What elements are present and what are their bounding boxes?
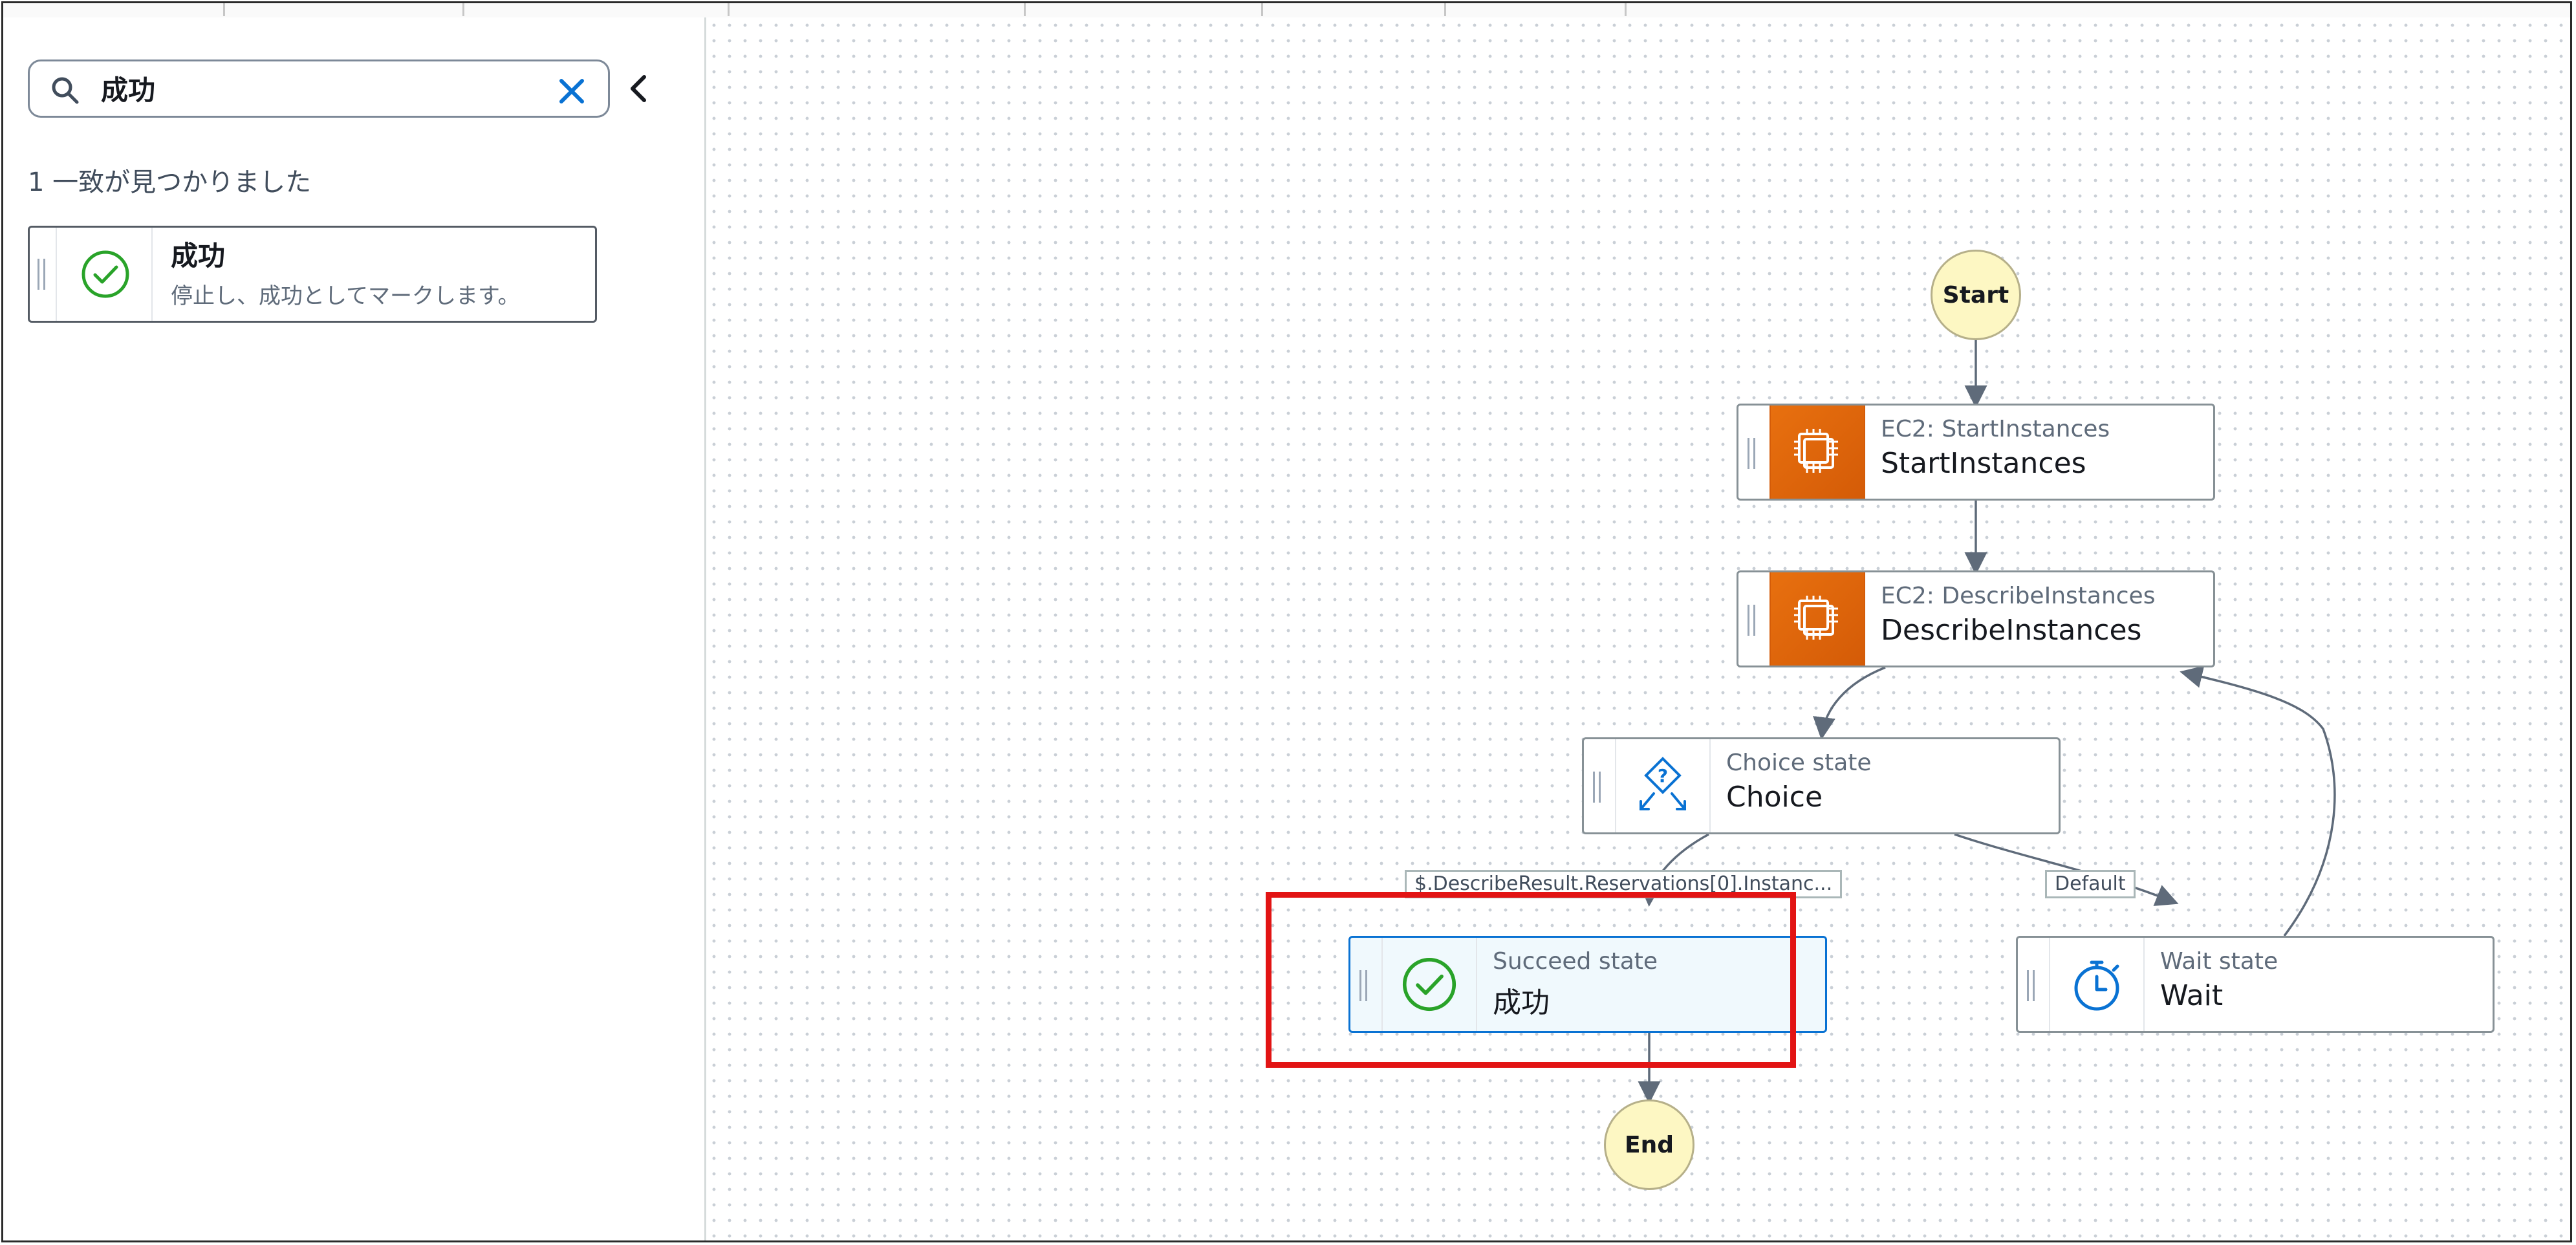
result-description: 停止し、成功としてマークします。: [171, 283, 520, 309]
state-choice[interactable]: ? Choice state Choice: [1582, 737, 2061, 834]
choice-rule-edge-label[interactable]: $.DescribeResult.Reservations[0].Instanc…: [1405, 870, 1843, 898]
svg-text:?: ?: [1658, 765, 1668, 786]
ec2-service-icon: [1770, 406, 1865, 499]
ec2-service-icon: [1770, 572, 1865, 666]
start-node: Start: [1931, 250, 2021, 340]
edge-wait-to-describeinstances: [2180, 666, 2336, 937]
clear-search-icon[interactable]: [554, 73, 590, 109]
success-check-icon: [1381, 938, 1477, 1031]
result-title: 成功: [171, 240, 226, 272]
end-node: End: [1604, 1099, 1694, 1190]
drag-handle-icon[interactable]: [1359, 970, 1367, 1001]
search-input[interactable]: 成功: [28, 60, 610, 118]
state-name-label: Choice: [1726, 781, 1823, 814]
workflow-canvas[interactable]: Start EC2: StartInstances StartInstances: [706, 17, 2570, 1240]
state-name-label: Wait: [2160, 979, 2224, 1012]
collapse-panel-icon[interactable]: [621, 70, 657, 107]
search-icon: [52, 77, 79, 104]
success-check-icon: [81, 250, 129, 298]
state-type-label: Choice state: [1726, 750, 1872, 776]
end-label: End: [1625, 1131, 1674, 1158]
match-count: 1 一致が見つかりました: [28, 168, 312, 197]
search-query-text[interactable]: 成功: [101, 72, 155, 109]
top-strip: [3, 3, 2570, 17]
state-type-label: EC2: DescribeInstances: [1881, 583, 2156, 609]
state-start-instances[interactable]: EC2: StartInstances StartInstances: [1737, 404, 2215, 501]
drag-handle-icon[interactable]: [1748, 605, 1755, 636]
state-wait[interactable]: Wait state Wait: [2016, 936, 2495, 1033]
state-type-label: Wait state: [2160, 948, 2278, 975]
state-name-label: DescribeInstances: [1881, 614, 2142, 647]
workflow-edges: [1638, 338, 2336, 1104]
state-succeed[interactable]: Succeed state 成功: [1348, 936, 1827, 1033]
state-name-label: StartInstances: [1881, 447, 2086, 480]
stopwatch-icon: [2049, 938, 2145, 1031]
state-type-label: Succeed state: [1493, 948, 1658, 975]
choice-state-icon: ?: [1615, 739, 1711, 832]
edge-describeinstances-to-choice: [1813, 666, 1886, 740]
app-window: 成功 1 一致が見つかりました 成功 停止し、成功としてマークします。 Star…: [1, 1, 2572, 1242]
drag-handle-icon[interactable]: [2027, 970, 2035, 1001]
drag-handle-icon[interactable]: [1593, 772, 1601, 803]
search-result-succeed-state[interactable]: 成功 停止し、成功としてマークします。: [28, 226, 597, 323]
default-edge-label[interactable]: Default: [2045, 870, 2136, 898]
states-browser-panel: 成功 1 一致が見つかりました 成功 停止し、成功としてマークします。: [3, 17, 706, 1240]
start-label: Start: [1942, 281, 2009, 309]
state-type-label: EC2: StartInstances: [1881, 416, 2110, 442]
drag-handle-icon[interactable]: [1748, 438, 1755, 469]
state-name-label: 成功: [1493, 986, 1550, 1019]
drag-handle-icon[interactable]: [38, 259, 45, 290]
result-icon-cell: [56, 228, 153, 321]
state-describe-instances[interactable]: EC2: DescribeInstances DescribeInstances: [1737, 570, 2215, 667]
